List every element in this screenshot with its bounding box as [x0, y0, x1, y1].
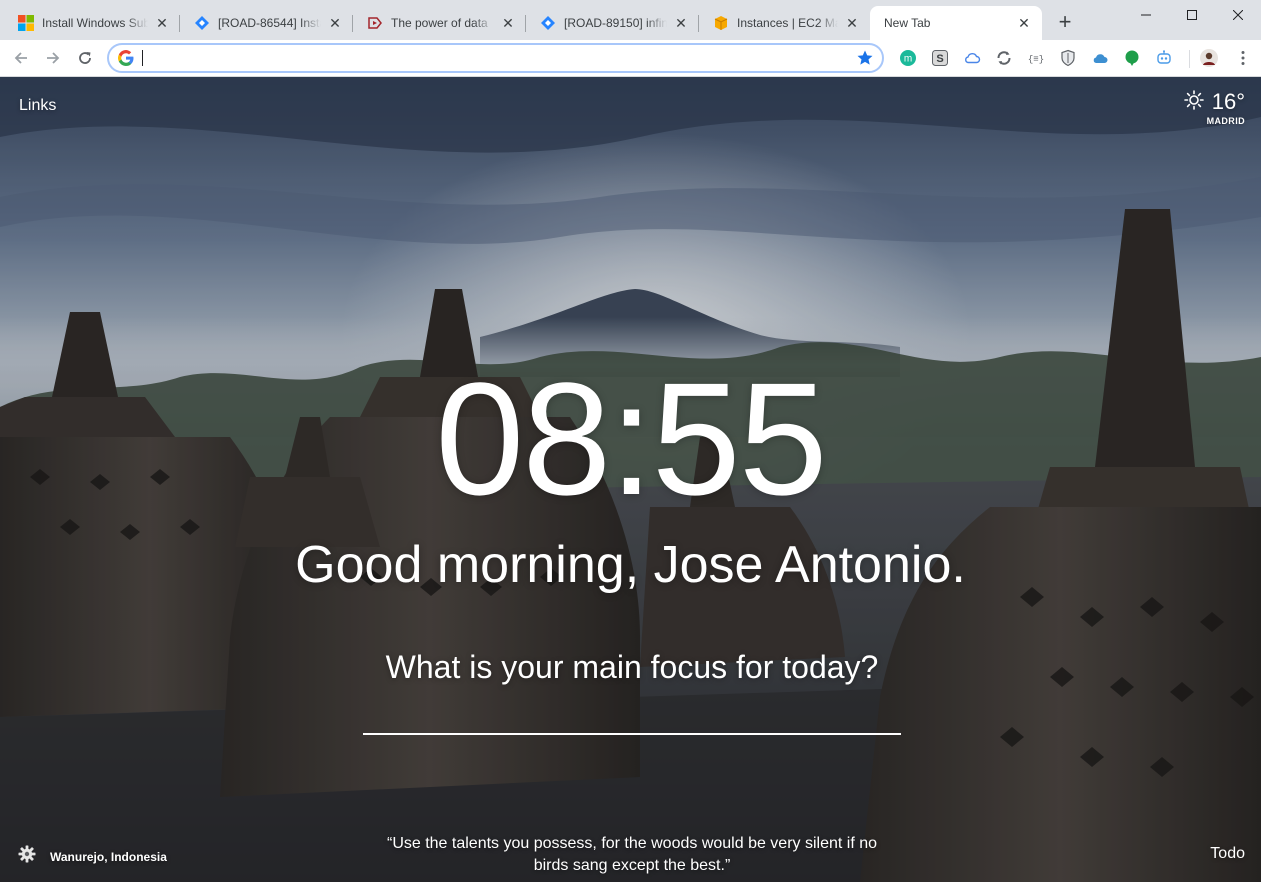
- new-tab-button[interactable]: +: [1053, 11, 1077, 35]
- windows-logo-icon: [18, 15, 34, 31]
- jira-icon: [194, 15, 210, 31]
- tab-title: Install Windows Subsystem for Linux: [42, 16, 148, 30]
- momentum-dashboard: Links 16° MADRID 08:55 Good morning, Jos…: [0, 77, 1261, 882]
- address-bar[interactable]: [107, 43, 884, 73]
- photo-location[interactable]: Wanurejo, Indonesia: [50, 850, 167, 864]
- tab-ec2-instances[interactable]: Instances | EC2 Management Console ✕: [699, 6, 870, 40]
- sun-icon: [1183, 89, 1204, 115]
- maximize-icon: [1187, 10, 1197, 20]
- kebab-menu-icon[interactable]: [1234, 49, 1252, 67]
- close-tab-icon[interactable]: ✕: [154, 15, 170, 31]
- sync-icon[interactable]: [995, 49, 1013, 67]
- close-window-button[interactable]: [1215, 0, 1261, 30]
- tab-road-86544[interactable]: [ROAD-86544] Install ✕: [180, 6, 353, 40]
- focus-input[interactable]: [363, 697, 901, 735]
- close-icon: [1233, 10, 1243, 20]
- bookmark-star-icon[interactable]: [856, 49, 874, 67]
- close-tab-icon[interactable]: ✕: [844, 15, 860, 31]
- toolbar-divider: [1189, 50, 1190, 68]
- close-tab-icon[interactable]: ✕: [1016, 15, 1032, 31]
- tab-title: [ROAD-86544] Install: [218, 16, 321, 30]
- tab-install-windows-subsystem[interactable]: Install Windows Subsystem for Linux ✕: [4, 6, 180, 40]
- cloud-outline-icon[interactable]: [963, 49, 981, 67]
- arrow-right-icon: [47, 52, 60, 64]
- settings-gear-icon[interactable]: [18, 845, 36, 868]
- json-braces-icon[interactable]: {≡}: [1027, 49, 1045, 67]
- close-tab-icon[interactable]: ✕: [327, 15, 343, 31]
- maximize-button[interactable]: [1169, 0, 1215, 30]
- tab-road-89150[interactable]: [ROAD-89150] infinite ✕: [526, 6, 699, 40]
- weather-city: MADRID: [1206, 116, 1245, 126]
- m-extension-icon[interactable]: m: [899, 49, 917, 67]
- tab-power-of-data[interactable]: The power of data ✕: [353, 6, 526, 40]
- bottom-left-panel: Wanurejo, Indonesia: [18, 845, 167, 868]
- power-bi-icon: [367, 15, 383, 31]
- weather-temperature: 16°: [1211, 89, 1245, 114]
- daily-quote: “Use the talents you possess, for the wo…: [386, 835, 878, 874]
- back-button[interactable]: [7, 44, 35, 72]
- cloud-filled-icon[interactable]: [1091, 49, 1109, 67]
- clock: 08:55: [435, 349, 827, 528]
- jira-icon: [540, 15, 556, 31]
- arrow-left-icon: [14, 52, 27, 64]
- svg-text:S: S: [936, 53, 943, 65]
- tab-strip: Install Windows Subsystem for Linux ✕ [R…: [0, 0, 1261, 40]
- svg-text:{≡}: {≡}: [1028, 55, 1044, 65]
- svg-text:m: m: [904, 54, 912, 65]
- tab-title: [ROAD-89150] infinite: [564, 16, 667, 30]
- weather-widget[interactable]: 16° MADRID: [1183, 89, 1245, 126]
- aws-box-icon: [713, 15, 729, 31]
- greeting: Good morning, Jose Antonio.: [295, 536, 966, 594]
- minimize-button[interactable]: [1123, 0, 1169, 30]
- browser-toolbar: m S {≡}: [0, 40, 1261, 77]
- text-caret: [142, 50, 143, 66]
- shield-icon[interactable]: [1059, 49, 1077, 67]
- forward-button[interactable]: [39, 44, 67, 72]
- tab-title: The power of data: [391, 16, 488, 30]
- tab-title: Instances | EC2 Management Console: [737, 16, 838, 30]
- tab-new-tab[interactable]: New Tab ✕: [870, 6, 1042, 40]
- focus-question: What is your main focus for today?: [385, 649, 879, 685]
- robot-icon[interactable]: [1155, 49, 1173, 67]
- todo-button[interactable]: Todo: [1210, 845, 1245, 863]
- reload-button[interactable]: [71, 44, 99, 72]
- reload-icon: [79, 52, 91, 64]
- profile-avatar-icon[interactable]: [1200, 49, 1218, 67]
- green-chat-icon[interactable]: [1123, 49, 1141, 67]
- close-tab-icon[interactable]: ✕: [500, 15, 516, 31]
- address-input[interactable]: [141, 48, 841, 68]
- s-extension-icon[interactable]: S: [931, 49, 949, 67]
- links-button[interactable]: Links: [19, 97, 56, 115]
- google-g-icon: [118, 50, 134, 66]
- minimize-icon: [1141, 14, 1151, 16]
- close-tab-icon[interactable]: ✕: [673, 15, 689, 31]
- tab-title: New Tab: [884, 16, 931, 30]
